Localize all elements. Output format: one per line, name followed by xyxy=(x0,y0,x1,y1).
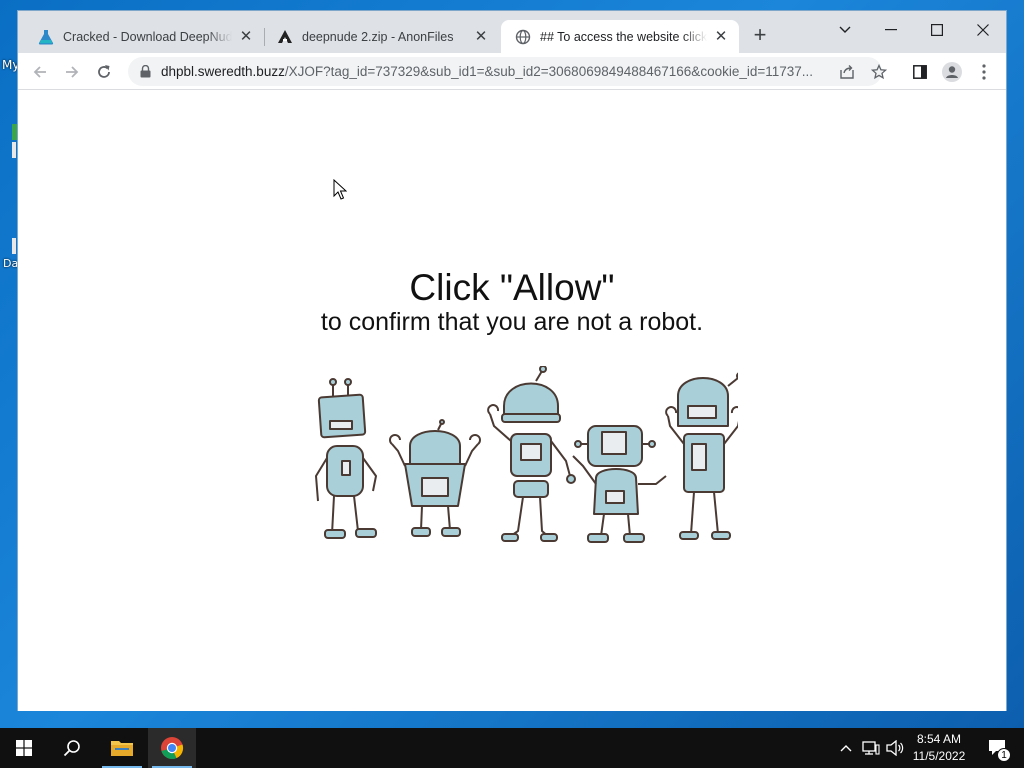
desktop-icon[interactable] xyxy=(12,142,16,158)
desktop-icon[interactable] xyxy=(12,238,16,254)
file-explorer-button[interactable] xyxy=(98,728,146,768)
flask-icon xyxy=(38,29,54,45)
minimize-icon xyxy=(885,29,897,31)
close-tab-icon[interactable]: ✕ xyxy=(238,28,254,45)
action-center-button[interactable]: 1 xyxy=(978,728,1018,768)
browser-window: Cracked - Download DeepNude ✕ deepnude 2… xyxy=(17,10,1007,711)
menu-button[interactable] xyxy=(971,59,997,85)
robot-figure xyxy=(665,372,738,540)
chrome-icon xyxy=(161,737,184,760)
robot-figure xyxy=(389,419,481,537)
url-path: /XJOF?tag_id=737329&sub_id1=&sub_id2=306… xyxy=(284,64,814,79)
robot-figure xyxy=(315,378,377,539)
chrome-taskbar-button[interactable] xyxy=(148,728,196,768)
maximize-icon xyxy=(931,24,943,36)
page-headline: Click "Allow" xyxy=(409,267,615,308)
share-icon[interactable] xyxy=(838,63,856,81)
tab-access-website[interactable]: ## To access the website click th ✕ xyxy=(501,20,739,53)
speaker-icon xyxy=(886,740,904,756)
address-bar[interactable]: dhpbl.sweredth.buzz/XJOF?tag_id=737329&s… xyxy=(128,57,887,86)
notification-count-badge: 1 xyxy=(997,748,1011,762)
folder-icon xyxy=(111,741,133,756)
side-panel-icon xyxy=(913,65,927,79)
search-button[interactable] xyxy=(48,728,96,768)
web-page: Click "Allow" to confirm that you are no… xyxy=(18,91,1006,711)
tab-search-button[interactable] xyxy=(822,15,868,45)
clock[interactable]: 8:54 AM 11/5/2022 xyxy=(905,731,973,765)
arrow-right-icon xyxy=(66,66,79,78)
forward-button[interactable] xyxy=(59,59,85,85)
search-icon xyxy=(63,740,80,757)
tab-deepnude-zip[interactable]: deepnude 2.zip - AnonFiles ✕ xyxy=(263,20,499,53)
url-domain: dhpbl.sweredth.buzz xyxy=(161,64,285,79)
tab-strip: Cracked - Download DeepNude ✕ deepnude 2… xyxy=(18,11,1006,53)
desktop-icon-label-da[interactable]: Da xyxy=(3,257,18,270)
page-subline: to confirm that you are not a robot. xyxy=(320,308,704,336)
close-icon xyxy=(977,24,989,36)
reload-button[interactable] xyxy=(91,59,117,85)
mouse-cursor-icon xyxy=(333,179,347,200)
chevron-down-icon xyxy=(839,26,851,33)
profile-button[interactable] xyxy=(939,59,965,85)
side-panel-button[interactable] xyxy=(907,59,933,85)
new-tab-button[interactable]: + xyxy=(749,24,771,47)
robot-figure xyxy=(572,425,667,543)
chevron-up-icon xyxy=(840,745,852,752)
avatar-icon xyxy=(942,62,962,82)
clock-time: 8:54 AM xyxy=(916,732,962,746)
reload-icon xyxy=(98,65,110,78)
minimize-button[interactable] xyxy=(868,15,914,45)
network-button[interactable] xyxy=(860,728,882,768)
browser-toolbar: dhpbl.sweredth.buzz/XJOF?tag_id=737329&s… xyxy=(18,53,1006,90)
close-tab-icon[interactable]: ✕ xyxy=(473,28,489,45)
back-button[interactable] xyxy=(27,59,53,85)
anonfiles-icon xyxy=(277,29,293,45)
start-button[interactable] xyxy=(0,728,48,768)
lock-icon xyxy=(140,65,151,78)
network-icon xyxy=(862,741,880,755)
tab-cracked-download[interactable]: Cracked - Download DeepNude ✕ xyxy=(24,20,264,53)
tab-title: deepnude 2.zip - AnonFiles xyxy=(302,29,454,44)
maximize-button[interactable] xyxy=(914,15,960,45)
tab-title: ## To access the website click th xyxy=(540,29,707,44)
arrow-left-icon xyxy=(33,66,46,78)
kebab-menu-icon xyxy=(982,64,986,80)
show-hidden-icons-button[interactable] xyxy=(836,728,856,768)
star-icon[interactable] xyxy=(870,63,888,81)
tab-title: Cracked - Download DeepNude xyxy=(63,29,232,44)
robots-illustration xyxy=(315,366,738,543)
windows-logo-icon xyxy=(16,740,32,756)
robot-figure xyxy=(487,366,576,542)
close-window-button[interactable] xyxy=(960,15,1006,45)
close-tab-icon[interactable]: ✕ xyxy=(713,28,729,45)
taskbar: 8:54 AM 11/5/2022 1 xyxy=(0,728,1024,768)
url-text[interactable]: dhpbl.sweredth.buzz/XJOF?tag_id=737329&s… xyxy=(161,64,821,79)
volume-button[interactable] xyxy=(884,728,906,768)
globe-icon xyxy=(515,29,531,45)
clock-date: 11/5/2022 xyxy=(912,749,966,763)
